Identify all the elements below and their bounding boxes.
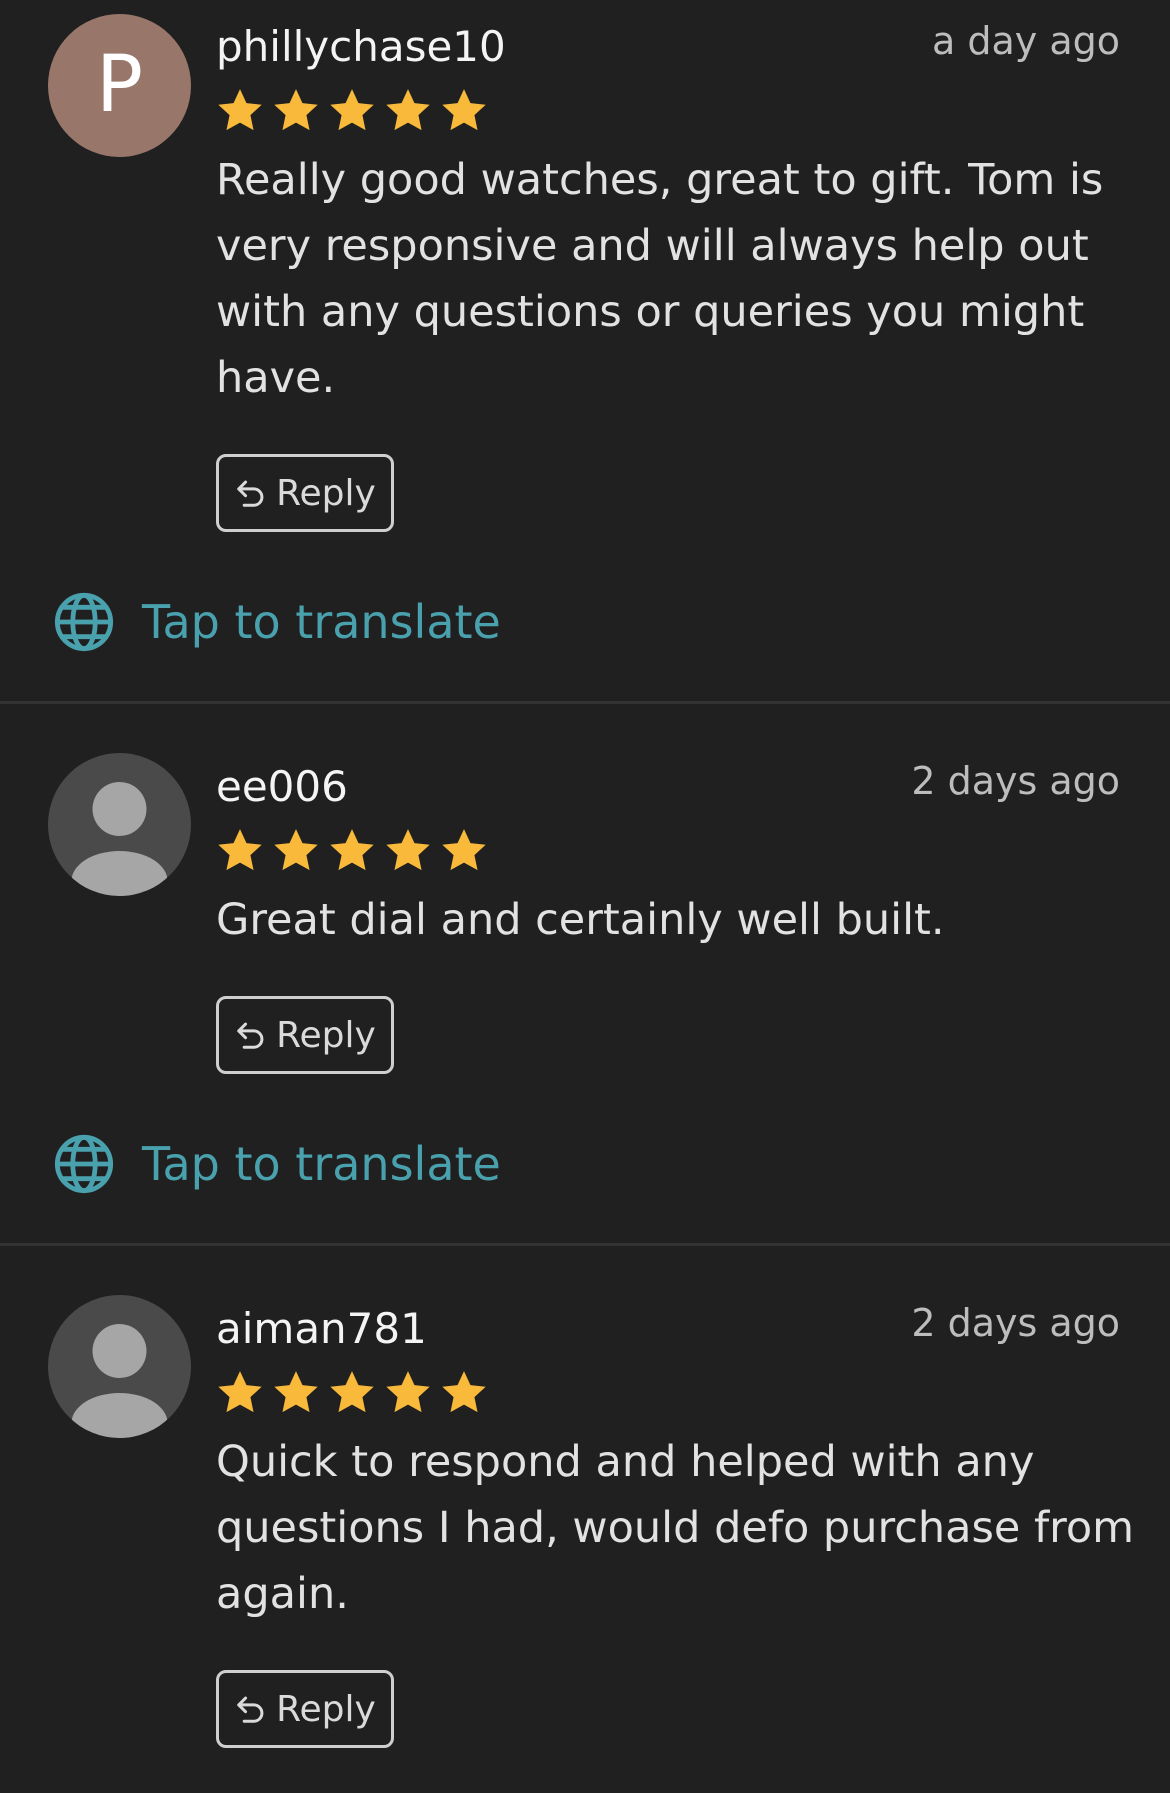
avatar-letter: P: [95, 40, 144, 130]
review-text: Really good watches, great to gift. Tom …: [216, 155, 1104, 403]
star-rating: [214, 86, 490, 136]
divider: [0, 701, 1170, 704]
star-icon: [382, 1368, 434, 1418]
star-icon: [270, 826, 322, 876]
star-icon: [326, 86, 378, 136]
avatar[interactable]: [48, 1295, 191, 1438]
star-rating: [214, 1368, 490, 1418]
star-icon: [438, 1368, 490, 1418]
globe-icon: [52, 1132, 116, 1196]
tap-to-translate-link[interactable]: Tap to translate: [52, 590, 501, 654]
star-icon: [382, 86, 434, 136]
avatar[interactable]: [48, 753, 191, 896]
reply-button-label: Reply: [276, 1014, 376, 1056]
star-icon: [214, 86, 266, 136]
reply-button[interactable]: Reply: [216, 1670, 394, 1748]
person-icon: [48, 1295, 191, 1438]
tap-to-translate-label: Tap to translate: [142, 1137, 501, 1191]
star-icon: [270, 1368, 322, 1418]
reply-button[interactable]: Reply: [216, 454, 394, 532]
divider: [0, 1243, 1170, 1246]
star-icon: [438, 826, 490, 876]
reply-button-label: Reply: [276, 472, 376, 514]
avatar[interactable]: P: [48, 14, 191, 157]
star-icon: [382, 826, 434, 876]
star-rating: [214, 826, 490, 876]
review-timestamp: a day ago: [932, 19, 1120, 63]
tap-to-translate-label: Tap to translate: [142, 595, 501, 649]
reply-arrow-icon: [234, 478, 268, 508]
review-timestamp: 2 days ago: [911, 1301, 1120, 1345]
reply-button[interactable]: Reply: [216, 996, 394, 1074]
reply-arrow-icon: [234, 1020, 268, 1050]
star-icon: [438, 86, 490, 136]
review-timestamp: 2 days ago: [911, 759, 1120, 803]
star-icon: [214, 826, 266, 876]
review-text: Quick to respond and helped with any que…: [216, 1437, 1135, 1619]
reply-button-label: Reply: [276, 1688, 376, 1730]
review-text: Great dial and certainly well built.: [216, 895, 945, 945]
reviewer-username[interactable]: aiman781: [216, 1308, 427, 1350]
globe-icon: [52, 590, 116, 654]
tap-to-translate-link[interactable]: Tap to translate: [52, 1132, 501, 1196]
reviewer-username[interactable]: ee006: [216, 766, 348, 808]
star-icon: [326, 826, 378, 876]
reply-arrow-icon: [234, 1694, 268, 1724]
star-icon: [214, 1368, 266, 1418]
star-icon: [326, 1368, 378, 1418]
reviewer-username[interactable]: phillychase10: [216, 26, 506, 68]
star-icon: [270, 86, 322, 136]
person-icon: [48, 753, 191, 896]
